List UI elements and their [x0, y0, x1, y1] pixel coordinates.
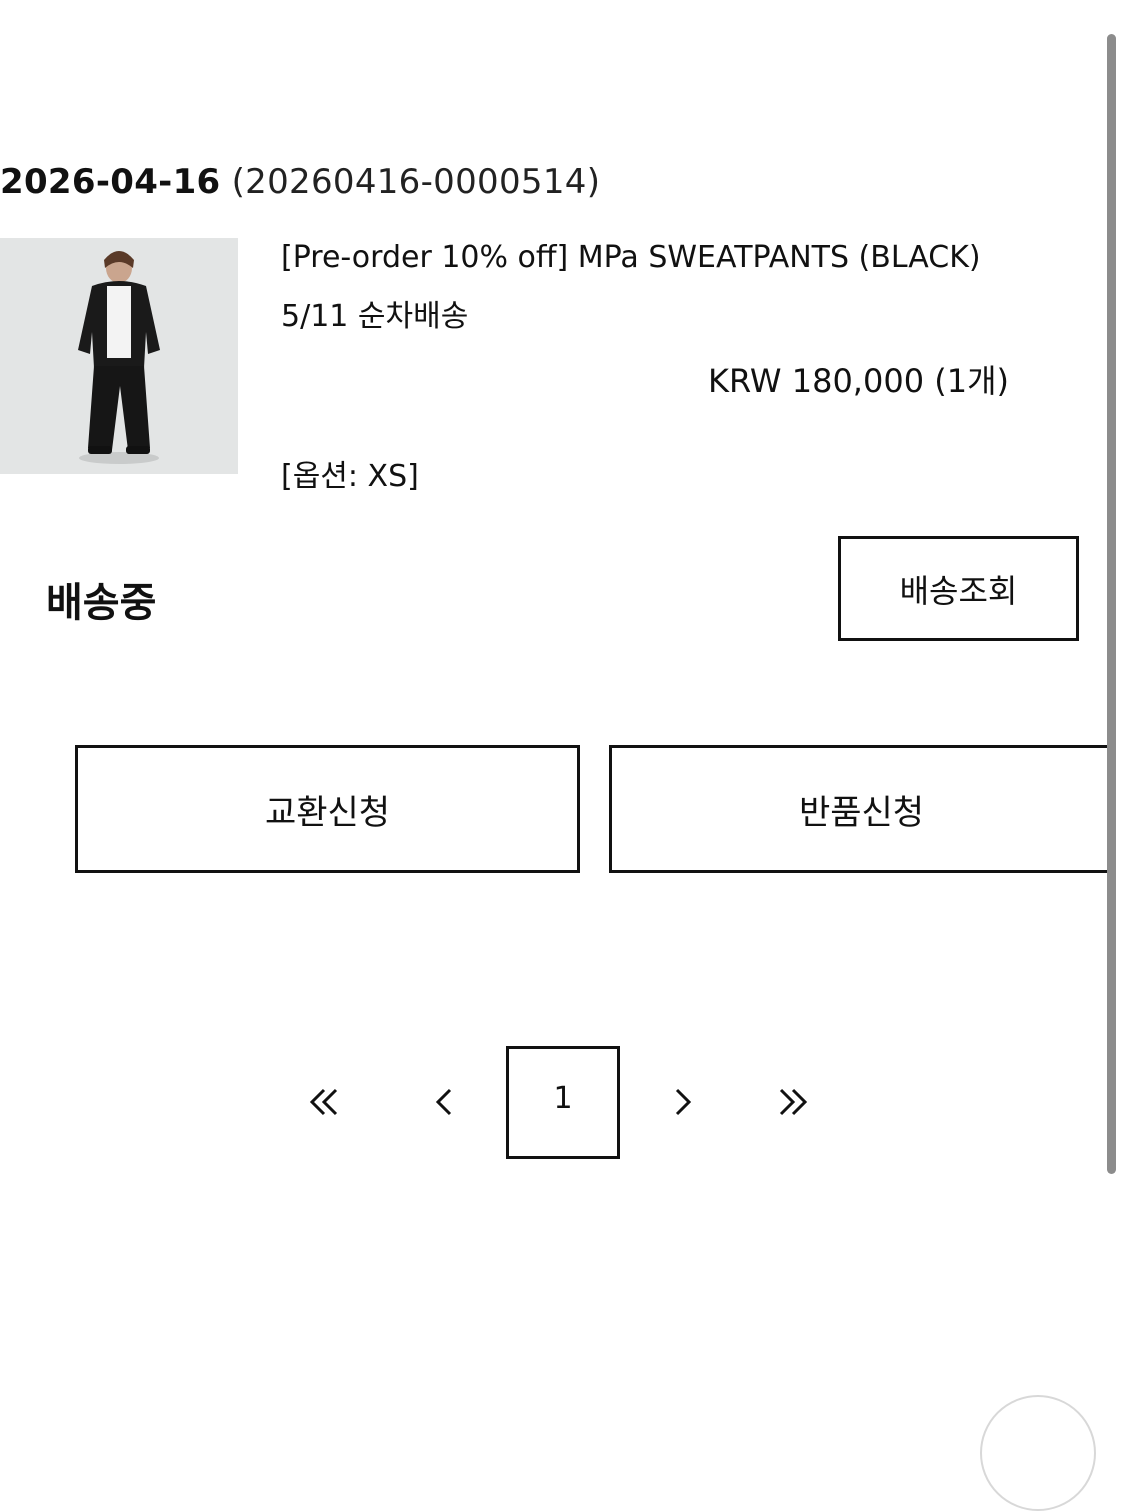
order-number: (20260416-0000514) — [231, 162, 601, 202]
delivery-status: 배송중 — [46, 580, 157, 626]
scrollbar[interactable] — [1107, 34, 1116, 1174]
product-option: [옵션: XS] — [281, 459, 419, 494]
product-thumbnail[interactable] — [0, 238, 238, 474]
return-request-button[interactable]: 반품신청 — [609, 745, 1114, 873]
chevron-left-icon — [435, 1088, 452, 1116]
floating-action-button[interactable] — [980, 1395, 1096, 1511]
order-date: 2026-04-16 — [0, 162, 221, 202]
double-chevron-right-icon — [779, 1088, 808, 1116]
pagination-last-button[interactable] — [771, 1080, 815, 1124]
order-header: 2026-04-16 (20260416-0000514) — [0, 162, 600, 202]
pagination-prev-button[interactable] — [422, 1080, 466, 1124]
exchange-request-button[interactable]: 교환신청 — [75, 745, 580, 873]
product-price: KRW 180,000 (1개) — [707, 362, 1009, 400]
track-delivery-button[interactable]: 배송조회 — [838, 536, 1079, 641]
double-chevron-left-icon — [309, 1088, 338, 1116]
pagination-first-button[interactable] — [302, 1080, 346, 1124]
pagination-current-page[interactable]: 1 — [506, 1046, 620, 1159]
pagination-next-button[interactable] — [661, 1080, 705, 1124]
chevron-right-icon — [675, 1088, 692, 1116]
shipping-note: 5/11 순차배송 — [281, 299, 469, 334]
product-name[interactable]: [Pre-order 10% off] MPa SWEATPANTS (BLAC… — [281, 240, 981, 275]
